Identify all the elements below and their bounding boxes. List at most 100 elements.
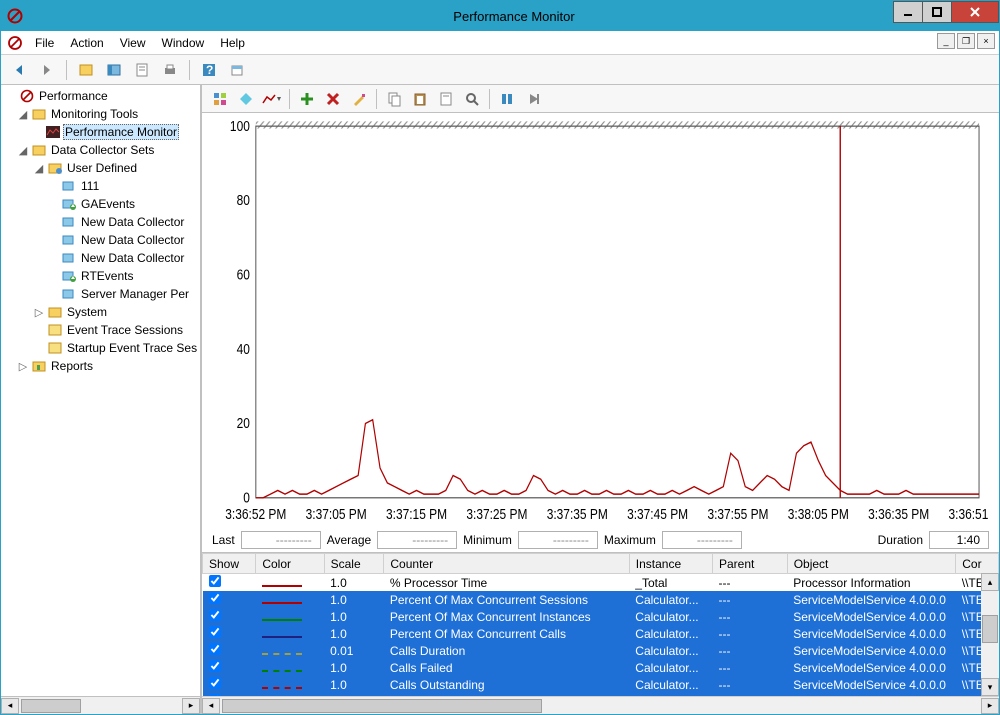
tree-data-collector-sets[interactable]: ◢ Data Collector Sets — [1, 141, 200, 159]
copy-button[interactable] — [382, 87, 406, 111]
maximize-button[interactable] — [922, 1, 952, 23]
scroll-thumb[interactable] — [222, 699, 542, 713]
counter-cell: Percent Of Max Concurrent Instances — [384, 608, 629, 625]
color-cell — [256, 693, 324, 696]
counter-cell: Calls Duration — [384, 642, 629, 659]
app-icon — [7, 8, 23, 24]
tree-event-trace[interactable]: Event Trace Sessions — [1, 321, 200, 339]
duration-label: Duration — [878, 533, 923, 547]
column-header[interactable]: Scale — [324, 554, 384, 574]
help-button[interactable]: ? — [197, 58, 221, 82]
tree-root[interactable]: Performance — [1, 87, 200, 105]
instance-cell: Calculator... — [629, 591, 712, 608]
instance-cell: Calculator... — [629, 676, 712, 693]
mdi-close-button[interactable]: × — [977, 33, 995, 49]
scroll-down-button[interactable]: ▾ — [981, 678, 999, 696]
tree-performance-monitor[interactable]: Performance Monitor — [1, 123, 200, 141]
tree-monitoring-tools[interactable]: ◢ Monitoring Tools — [1, 105, 200, 123]
table-row[interactable]: 0.01Calls DurationCalculator...---Servic… — [203, 642, 999, 659]
update-button[interactable] — [521, 87, 545, 111]
column-header[interactable]: Parent — [713, 554, 788, 574]
properties-button-2[interactable] — [434, 87, 458, 111]
view-log-button[interactable] — [234, 87, 258, 111]
menu-action[interactable]: Action — [62, 33, 111, 53]
print-button[interactable] — [158, 58, 182, 82]
show-checkbox[interactable] — [209, 575, 221, 587]
scroll-thumb[interactable] — [21, 699, 81, 713]
table-row[interactable]: 1.0Calls FailedCalculator...---ServiceMo… — [203, 659, 999, 676]
tree-user-defined-item[interactable]: Server Manager Per — [1, 285, 200, 303]
tree-horizontal-scrollbar[interactable]: ◂ ▸ — [1, 696, 200, 714]
table-row[interactable]: 1.0Calls OutstandingCalculator...---Serv… — [203, 676, 999, 693]
tree-user-defined-item[interactable]: GAEvents — [1, 195, 200, 213]
tree-user-defined-item[interactable]: New Data Collector — [1, 249, 200, 267]
minimize-button[interactable] — [893, 1, 923, 23]
highlight-button[interactable] — [347, 87, 371, 111]
counter-cell: % Processor Time — [384, 574, 629, 592]
delete-counter-button[interactable] — [321, 87, 345, 111]
table-row[interactable]: 1.0Calls Per SecondCalculator...---Servi… — [203, 693, 999, 696]
add-counter-button[interactable] — [295, 87, 319, 111]
column-header[interactable]: Counter — [384, 554, 629, 574]
tree-user-defined-item[interactable]: New Data Collector — [1, 231, 200, 249]
properties-button[interactable] — [130, 58, 154, 82]
mdi-restore-button[interactable]: ❐ — [957, 33, 975, 49]
scroll-right-button[interactable]: ▸ — [182, 698, 200, 714]
table-row[interactable]: 1.0% Processor Time_Total---Processor In… — [203, 574, 999, 592]
show-hide-tree-button[interactable] — [74, 58, 98, 82]
tree-user-defined-item[interactable]: RTEvents — [1, 267, 200, 285]
show-checkbox[interactable] — [209, 592, 221, 604]
collector-icon — [61, 287, 77, 301]
close-button[interactable] — [951, 1, 999, 23]
show-checkbox[interactable] — [209, 694, 221, 696]
view-current-button[interactable] — [208, 87, 232, 111]
menu-file[interactable]: File — [27, 33, 62, 53]
navigation-tree[interactable]: Performance ◢ Monitoring Tools Performan… — [1, 85, 200, 696]
counter-grid[interactable]: ShowColorScaleCounterInstanceParentObjec… — [202, 553, 999, 696]
show-checkbox[interactable] — [209, 660, 221, 672]
chart-area[interactable]: 0204060801003:36:52 PM3:37:05 PM3:37:15 … — [202, 113, 999, 528]
menu-window[interactable]: Window — [154, 33, 213, 53]
scroll-up-button[interactable]: ▴ — [981, 573, 999, 591]
column-header[interactable]: Show — [203, 554, 256, 574]
column-header[interactable]: Color — [256, 554, 324, 574]
grid-horizontal-scrollbar[interactable]: ◂ ▸ — [202, 696, 999, 714]
collector-icon — [61, 251, 77, 265]
zoom-button[interactable] — [460, 87, 484, 111]
scroll-left-button[interactable]: ◂ — [1, 698, 19, 714]
freeze-button[interactable] — [495, 87, 519, 111]
perfmon-icon — [19, 89, 35, 103]
scroll-left-button[interactable]: ◂ — [202, 698, 220, 714]
menu-view[interactable]: View — [112, 33, 154, 53]
tree-startup-event-trace[interactable]: Startup Event Trace Ses — [1, 339, 200, 357]
menu-help[interactable]: Help — [212, 33, 253, 53]
column-header[interactable]: Object — [787, 554, 956, 574]
tree-system[interactable]: ▷ System — [1, 303, 200, 321]
tree-reports[interactable]: ▷ Reports — [1, 357, 200, 375]
column-header[interactable]: Instance — [629, 554, 712, 574]
graph-type-button[interactable] — [260, 87, 284, 111]
show-checkbox[interactable] — [209, 643, 221, 655]
new-window-button[interactable] — [225, 58, 249, 82]
tree-user-defined-item[interactable]: New Data Collector — [1, 213, 200, 231]
table-row[interactable]: 1.0Percent Of Max Concurrent SessionsCal… — [203, 591, 999, 608]
scroll-right-button[interactable]: ▸ — [981, 698, 999, 714]
counter-cell: Percent Of Max Concurrent Calls — [384, 625, 629, 642]
tree-user-defined[interactable]: ◢ User Defined — [1, 159, 200, 177]
back-button[interactable] — [7, 58, 31, 82]
instance-cell: Calculator... — [629, 659, 712, 676]
table-row[interactable]: 1.0Percent Of Max Concurrent CallsCalcul… — [203, 625, 999, 642]
scroll-thumb[interactable] — [982, 615, 998, 643]
table-row[interactable]: 1.0Percent Of Max Concurrent InstancesCa… — [203, 608, 999, 625]
tree-user-defined-item[interactable]: 111 — [1, 177, 200, 195]
titlebar[interactable]: Performance Monitor — [1, 1, 999, 31]
show-checkbox[interactable] — [209, 626, 221, 638]
show-checkbox[interactable] — [209, 609, 221, 621]
show-checkbox[interactable] — [209, 677, 221, 689]
column-header[interactable]: Cor — [956, 554, 999, 574]
mdi-minimize-button[interactable]: _ — [937, 33, 955, 49]
grid-vertical-scrollbar[interactable]: ▴ ▾ — [981, 573, 999, 696]
forward-button[interactable] — [35, 58, 59, 82]
paste-button[interactable] — [408, 87, 432, 111]
view-button[interactable] — [102, 58, 126, 82]
